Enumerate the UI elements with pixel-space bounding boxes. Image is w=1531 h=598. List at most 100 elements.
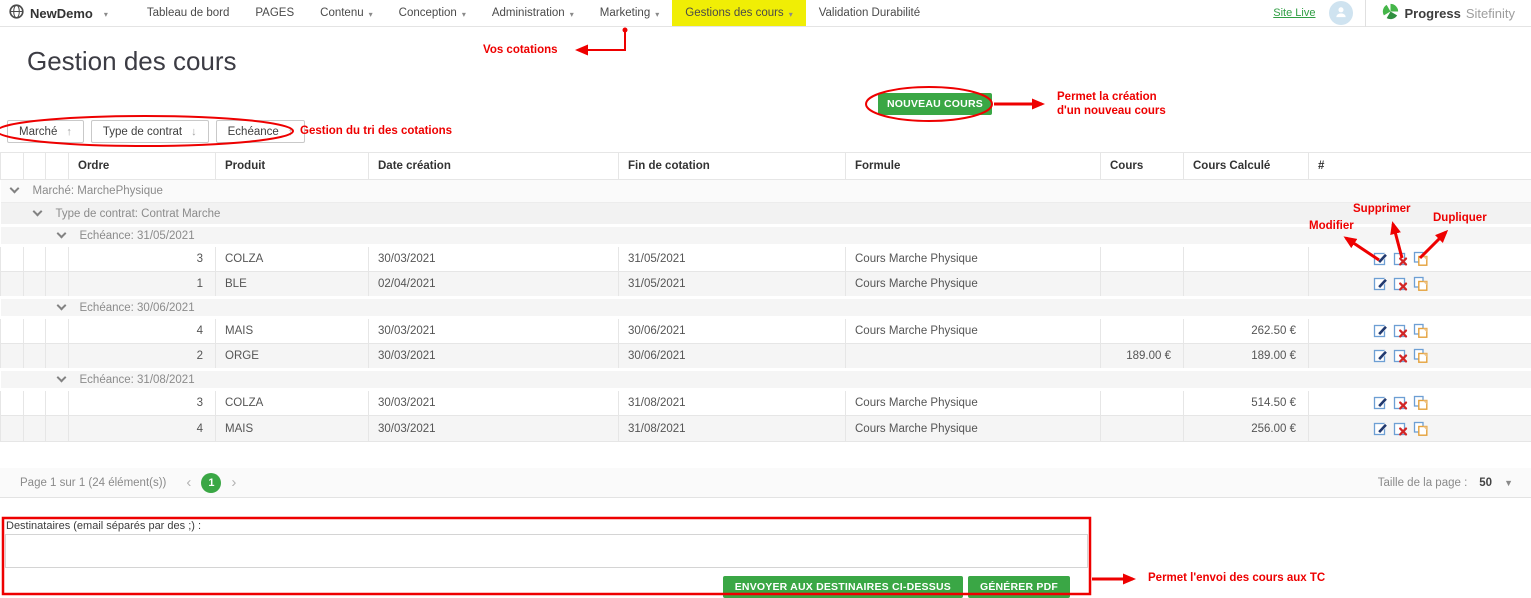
next-page-button[interactable]: › [225,474,242,491]
cell-blank [1,416,24,442]
edit-icon[interactable] [1373,276,1389,292]
current-page-button[interactable]: 1 [201,473,221,493]
page-size-value[interactable]: 50 [1479,477,1492,489]
cell-blank [1,390,24,416]
duplicate-icon[interactable] [1413,395,1429,411]
duplicate-icon[interactable] [1413,323,1429,339]
send-courses-form: Destinataires (email séparés par des ;) … [5,520,1088,598]
cell-cours [1101,272,1184,298]
nav-item-marketing[interactable]: Marketing▾ [587,0,673,26]
logo-text-progress: Progress [1404,6,1460,21]
group-row-echeance-31-08-2021[interactable]: Echéance: 31/08/2021 [1,370,1531,390]
cell-cours-calcule: 514.50 € [1184,390,1309,416]
cell-cours [1101,246,1184,272]
cell-date-creation: 30/03/2021 [369,246,619,272]
nav-item-pages[interactable]: PAGES [242,0,307,26]
cell-fin-cotation: 30/06/2021 [619,344,846,370]
generate-pdf-button[interactable]: GÉNÉRER PDF [968,576,1070,598]
cell-blank [1,246,24,272]
top-navigation-bar: NewDemo ▾ Tableau de bordPAGESContenu▾Co… [0,0,1531,27]
nav-menu: Tableau de bordPAGESContenu▾Conception▾A… [134,0,933,26]
cell-cours-calcule: 256.00 € [1184,416,1309,442]
new-course-button[interactable]: NOUVEAU COURS [878,93,992,115]
collapse-chevron-icon[interactable] [56,229,66,239]
sort-button-echeance[interactable]: Echéance↑ [216,120,306,143]
site-live-link[interactable]: Site Live [1273,7,1315,19]
nav-item-label: Contenu [320,7,363,19]
collapse-chevron-icon[interactable] [9,184,19,194]
sort-button-label: Echéance [228,126,279,138]
collapse-chevron-icon[interactable] [56,301,66,311]
page-title: Gestion des cours [27,46,237,77]
cell-fin-cotation: 31/05/2021 [619,246,846,272]
progress-pinwheel-icon [1382,3,1399,23]
nav-item-administration[interactable]: Administration▾ [479,0,587,26]
person-icon [1334,5,1348,22]
column-header-cours-calcule[interactable]: Cours Calculé [1184,153,1309,180]
edit-icon[interactable] [1373,348,1389,364]
column-header-fin-de-cotation[interactable]: Fin de cotation [619,153,846,180]
edit-icon[interactable] [1373,323,1389,339]
column-header-produit[interactable]: Produit [216,153,369,180]
chevron-down-icon: ▾ [655,10,659,19]
cell-date-creation: 30/03/2021 [369,390,619,416]
delete-icon[interactable] [1393,251,1409,267]
chevron-down-icon[interactable]: ▼ [1504,478,1513,488]
grid-header-row: OrdreProduitDate créationFin de cotation… [1,153,1531,180]
column-header-ordre[interactable]: Ordre [69,153,216,180]
edit-icon[interactable] [1373,251,1389,267]
column-header-formule[interactable]: Formule [846,153,1101,180]
delete-icon[interactable] [1393,276,1409,292]
group-row-echeance-30-06-2021[interactable]: Echéance: 30/06/2021 [1,298,1531,318]
cell-fin-cotation: 31/08/2021 [619,416,846,442]
pagination-bar: Page 1 sur 1 (24 élément(s)) ‹ 1 › Taill… [0,468,1531,498]
user-avatar[interactable] [1329,1,1353,25]
cell-blank [1,318,24,344]
annotation-nouveau-line1: Permet la création [1057,91,1157,103]
annotation-dot [623,28,628,33]
cell-blank [24,272,46,298]
collapse-chevron-icon[interactable] [32,207,42,217]
group-label: Echéance: 31/05/2021 [80,230,195,242]
nav-item-gestions-des-cours[interactable]: Gestions des cours▾ [672,0,805,26]
nav-item-label: Gestions des cours [685,7,783,19]
nav-item-tableau-de-bord[interactable]: Tableau de bord [134,0,242,26]
delete-icon[interactable] [1393,323,1409,339]
nav-item-label: Tableau de bord [147,7,229,19]
collapse-chevron-icon[interactable] [56,373,66,383]
delete-icon[interactable] [1393,395,1409,411]
column-header-blank [1,153,24,180]
edit-icon[interactable] [1373,395,1389,411]
progress-sitefinity-logo: Progress Sitefinity [1366,3,1531,23]
duplicate-icon[interactable] [1413,251,1429,267]
cell-produit: MAIS [216,318,369,344]
duplicate-icon[interactable] [1413,421,1429,437]
edit-icon[interactable] [1373,421,1389,437]
duplicate-icon[interactable] [1413,348,1429,364]
column-header-blank[interactable]: # [1309,153,1531,180]
group-row-marche-marchephysique[interactable]: Marché: MarchePhysique [1,180,1531,203]
table-row: 4MAIS30/03/202131/08/2021Cours Marche Ph… [1,416,1531,442]
column-header-blank [46,153,69,180]
column-header-cours[interactable]: Cours [1101,153,1184,180]
delete-icon[interactable] [1393,348,1409,364]
brand[interactable]: NewDemo ▾ [9,4,108,22]
duplicate-icon[interactable] [1413,276,1429,292]
sort-button-marche[interactable]: Marché↑ [7,120,84,143]
group-row-type-de-contrat-contrat-marche[interactable]: Type de contrat: Contrat Marche [1,203,1531,226]
delete-icon[interactable] [1393,421,1409,437]
cell-produit: COLZA [216,390,369,416]
nav-item-conception[interactable]: Conception▾ [386,0,479,26]
recipients-textarea[interactable] [5,534,1088,568]
cell-formule: Cours Marche Physique [846,318,1101,344]
nav-item-contenu[interactable]: Contenu▾ [307,0,386,26]
cell-actions [1309,272,1531,298]
nav-item-validation-durabilite[interactable]: Validation Durabilité [806,0,933,26]
column-header-date-creation[interactable]: Date création [369,153,619,180]
sort-button-type-de-contrat[interactable]: Type de contrat↓ [91,120,209,143]
sort-button-label: Marché [19,126,57,138]
send-to-recipients-button[interactable]: ENVOYER AUX DESTINAIRES CI-DESSUS [723,576,963,598]
group-row-echeance-31-05-2021[interactable]: Echéance: 31/05/2021 [1,226,1531,246]
previous-page-button[interactable]: ‹ [180,474,197,491]
table-row: 4MAIS30/03/202130/06/2021Cours Marche Ph… [1,318,1531,344]
